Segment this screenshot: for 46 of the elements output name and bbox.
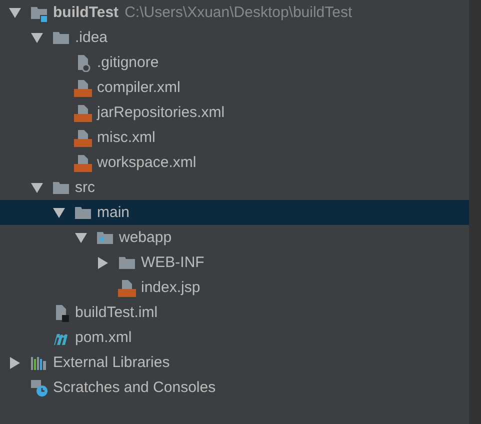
- collapse-arrow-icon[interactable]: [9, 6, 21, 18]
- tree-row[interactable]: .idea: [0, 25, 469, 50]
- xml-file-icon: [74, 128, 92, 146]
- node-label: buildTest.iml: [75, 304, 158, 321]
- node-label: webapp: [119, 229, 172, 246]
- xml-file-icon: [74, 104, 92, 122]
- node-label: buildTest: [53, 4, 119, 21]
- tree-row[interactable]: src: [0, 175, 469, 200]
- tree-row[interactable]: jarRepositories.xml: [0, 100, 469, 125]
- node-label: index.jsp: [141, 279, 200, 296]
- node-label: External Libraries: [53, 354, 170, 371]
- node-label: misc.xml: [97, 129, 156, 146]
- expand-arrow-icon[interactable]: [97, 256, 109, 268]
- node-label: pom.xml: [75, 329, 132, 346]
- collapse-arrow-icon[interactable]: [75, 232, 87, 244]
- tree-row[interactable]: workspace.xml: [0, 150, 469, 175]
- tree-row[interactable]: External Libraries: [0, 350, 469, 375]
- node-label: .idea: [75, 29, 108, 46]
- tree-row[interactable]: buildTest.iml: [0, 300, 469, 325]
- node-label: .gitignore: [97, 54, 159, 71]
- tree-row[interactable]: .gitignore: [0, 50, 469, 75]
- node-label: WEB-INF: [141, 254, 204, 271]
- tree-row[interactable]: index.jsp: [0, 275, 469, 300]
- tree-row[interactable]: compiler.xml: [0, 75, 469, 100]
- node-label: src: [75, 179, 95, 196]
- collapse-arrow-icon[interactable]: [53, 206, 65, 218]
- tree-row[interactable]: misc.xml: [0, 125, 469, 150]
- xml-file-icon: [74, 154, 92, 172]
- tree-row[interactable]: WEB-INF: [0, 250, 469, 275]
- node-label: main: [97, 204, 130, 221]
- tree-row[interactable]: main: [0, 200, 469, 225]
- node-label: compiler.xml: [97, 79, 180, 96]
- node-label: Scratches and Consoles: [53, 379, 216, 396]
- node-label: workspace.xml: [97, 154, 196, 171]
- scratches-icon: [30, 378, 48, 396]
- collapse-arrow-icon[interactable]: [31, 182, 43, 194]
- expand-arrow-icon[interactable]: [9, 356, 21, 368]
- tree-row[interactable]: webapp: [0, 225, 469, 250]
- tree-row[interactable]: buildTest C:\Users\Xxuan\Desktop\buildTest: [0, 0, 469, 25]
- node-label: jarRepositories.xml: [97, 104, 225, 121]
- xml-file-icon: [74, 78, 92, 96]
- tree-row[interactable]: Scratches and Consoles: [0, 375, 469, 400]
- tree-row[interactable]: pom.xml: [0, 325, 469, 350]
- path-label: C:\Users\Xxuan\Desktop\buildTest: [124, 4, 352, 21]
- jsp-file-icon: [118, 278, 136, 296]
- collapse-arrow-icon[interactable]: [31, 32, 43, 44]
